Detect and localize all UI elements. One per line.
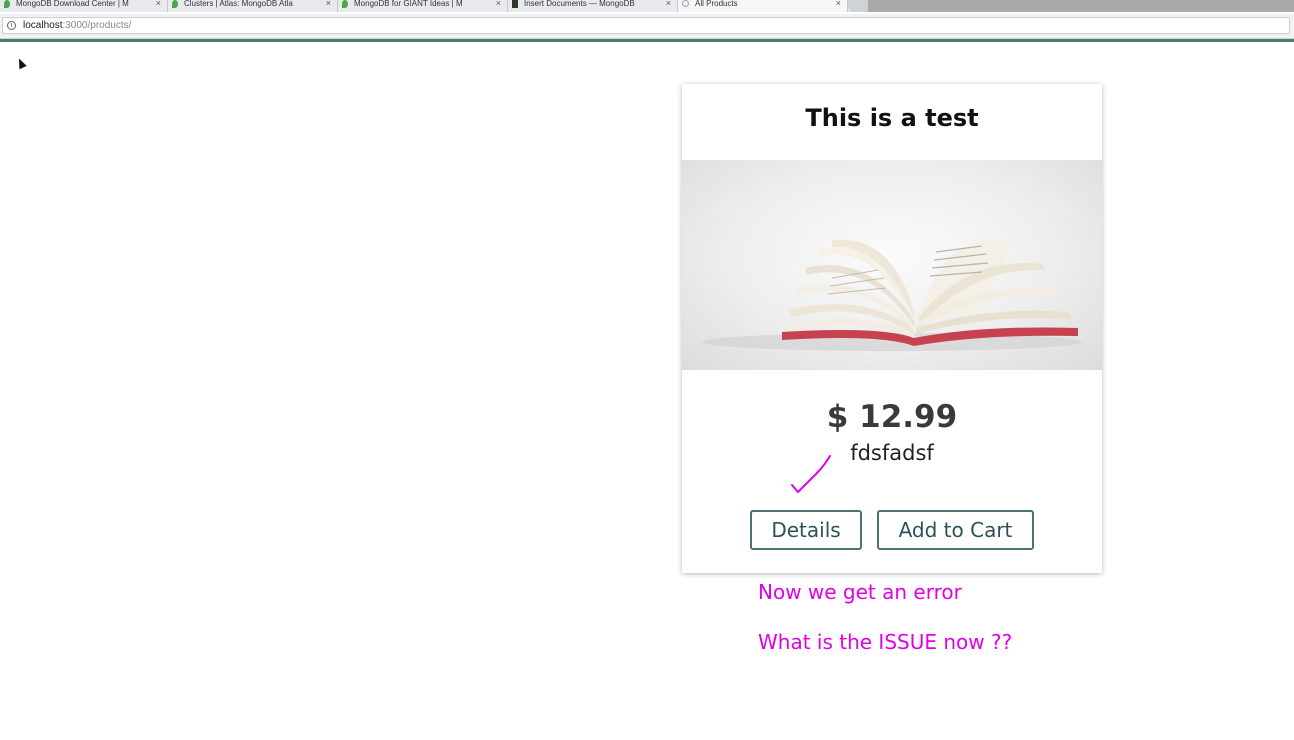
doc-icon	[512, 0, 518, 8]
tab-clusters-atlas[interactable]: Clusters | Atlas: MongoDB Atla ×	[168, 0, 338, 12]
leaf-icon	[342, 0, 348, 8]
close-icon[interactable]: ×	[666, 0, 671, 8]
product-title: This is a test	[805, 104, 979, 132]
tab-insert-documents[interactable]: Insert Documents — MongoDB ×	[508, 0, 678, 12]
mouse-cursor-icon	[15, 56, 27, 70]
address-bar: i localhost:3000/products/	[0, 14, 1294, 39]
open-book-icon	[702, 238, 1082, 351]
tab-strip: MongoDB Download Center | M × Clusters | …	[0, 0, 1294, 12]
close-icon[interactable]: ×	[326, 0, 331, 8]
leaf-icon	[172, 0, 178, 8]
product-price: $ 12.99	[826, 399, 958, 435]
product-description: fdsfadsf	[850, 441, 934, 465]
close-icon[interactable]: ×	[496, 0, 501, 8]
page-load-indicator	[0, 39, 1294, 42]
url-input[interactable]: i localhost:3000/products/	[2, 17, 1290, 34]
annotation-error-note: Now we get an error	[758, 580, 962, 604]
checkmark-annotation-icon	[791, 455, 831, 493]
leaf-icon	[4, 0, 10, 8]
close-icon[interactable]: ×	[156, 0, 161, 8]
tab-mongodb-download[interactable]: MongoDB Download Center | M ×	[0, 0, 168, 12]
annotation-issue-question: What is the ISSUE now ??	[758, 630, 1013, 654]
loading-icon	[682, 0, 689, 7]
url-text: localhost:3000/products/	[23, 20, 132, 31]
tab-all-products[interactable]: All Products ×	[678, 0, 848, 12]
tab-mongodb-giant-ideas[interactable]: MongoDB for GIANT Ideas | M ×	[338, 0, 508, 12]
add-to-cart-button[interactable]: Add to Cart	[877, 510, 1034, 550]
product-image	[682, 160, 1102, 370]
info-icon[interactable]: i	[7, 21, 16, 30]
details-button[interactable]: Details	[750, 510, 862, 550]
tab-strip-background	[868, 0, 1294, 12]
close-icon[interactable]: ×	[836, 0, 841, 8]
product-card: This is a test $ 12.99 fdsfadsf Details …	[682, 84, 1102, 573]
